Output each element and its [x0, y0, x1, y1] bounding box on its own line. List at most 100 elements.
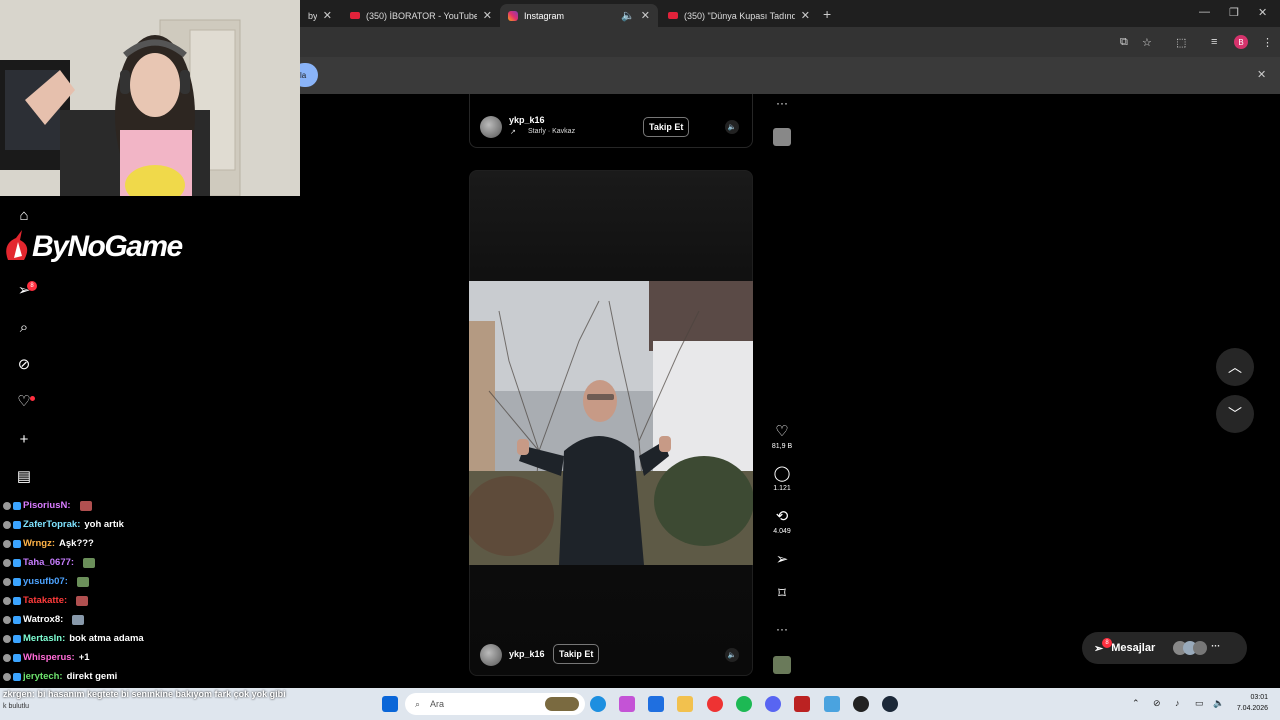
home-icon[interactable]: ⌂: [14, 206, 34, 226]
bookmark-icon: ⌑: [778, 585, 786, 602]
chat-line: PisoriusN:: [3, 500, 92, 511]
start-icon[interactable]: [382, 696, 398, 712]
post-username[interactable]: ykp_k16: [509, 115, 545, 125]
store-icon[interactable]: [648, 696, 664, 712]
close-icon[interactable]: ✕: [641, 9, 650, 22]
messages-label: Mesajlar: [1111, 642, 1156, 654]
speaker-icon[interactable]: 🔈: [725, 648, 739, 662]
reel-username[interactable]: ykp_k16: [509, 649, 545, 659]
follow-button[interactable]: Takip Et: [643, 117, 690, 137]
share-button[interactable]: ➢: [770, 552, 794, 568]
search-icon[interactable]: ⌕: [14, 318, 34, 338]
reel-video[interactable]: [469, 281, 753, 565]
edge-icon[interactable]: [590, 696, 606, 712]
clock[interactable]: 03:01 7.04.2026: [1228, 692, 1268, 714]
restore-icon[interactable]: ❐: [1229, 6, 1239, 19]
clock-date: 7.04.2026: [1236, 705, 1268, 712]
create-icon[interactable]: +: [14, 430, 34, 450]
taskbar-search[interactable]: ⌕ Ara: [405, 693, 585, 715]
messages-button[interactable]: ➢ Mesajlar ···: [1082, 632, 1247, 664]
logo-mark-icon: [6, 230, 28, 260]
chat-line: jerytech: direkt gemi: [3, 671, 117, 682]
volume-icon[interactable]: 🔈: [1213, 698, 1224, 709]
profile-avatar[interactable]: B: [1234, 35, 1248, 49]
audio-thumbnail[interactable]: [770, 128, 794, 146]
tray-chevron-icon[interactable]: ⌃: [1132, 698, 1140, 709]
comment-count: 1.121: [773, 485, 791, 492]
chat-message-overlay: zkrgen: bi hasanım kegtete bi senınkine …: [3, 689, 286, 699]
search-placeholder: Ara: [430, 699, 445, 709]
audio-thumbnail[interactable]: [770, 656, 794, 674]
tab-label: (350) "Dünya Kupası Tadında E: [684, 10, 795, 21]
new-tab-button[interactable]: +: [823, 6, 831, 22]
star-icon[interactable]: ☆: [1142, 36, 1152, 49]
media-icon[interactable]: ≡: [1211, 36, 1217, 48]
tab-instagram[interactable]: Instagram 🔈 ✕: [500, 4, 658, 27]
previous-reel-button[interactable]: ︿: [1216, 348, 1254, 386]
tab-youtube-iborator[interactable]: (350) İBORATOR - YouTube ✕: [342, 4, 500, 27]
sub-badge-icon: [3, 596, 11, 605]
chat-username: Taha_0677:: [23, 557, 75, 568]
avatar[interactable]: [480, 644, 502, 666]
settings-icon[interactable]: [824, 696, 840, 712]
next-reel-button[interactable]: ﹀: [1216, 395, 1254, 433]
emote-icon: [79, 500, 92, 511]
chat-message: direkt gemi: [66, 671, 118, 682]
extensions-icon[interactable]: ⬚: [1176, 36, 1186, 49]
chat-badge-icon: [13, 539, 21, 548]
spotify-icon[interactable]: [736, 696, 752, 712]
close-icon[interactable]: ✕: [483, 9, 492, 22]
more-icon[interactable]: ···: [770, 96, 794, 110]
copilot-icon[interactable]: [619, 696, 635, 712]
repost-icon: ⟲: [775, 508, 789, 525]
repost-button[interactable]: ⟲ 4.049: [770, 508, 794, 536]
like-button[interactable]: ♡ 81,9 B: [770, 424, 794, 451]
explore-icon[interactable]: ⊘: [14, 355, 34, 375]
speaker-icon[interactable]: 🔈: [621, 9, 635, 22]
more-icon[interactable]: ···: [770, 622, 794, 636]
youtube-icon: [668, 12, 678, 19]
chat-line: ZaferToprak: yoh artık: [3, 519, 124, 530]
app-icon[interactable]: [794, 696, 810, 712]
like-count: 81,9 B: [771, 443, 793, 450]
save-button[interactable]: ⌑: [770, 586, 794, 602]
tab-other[interactable]: by-it ✕: [300, 4, 340, 27]
tab-youtube-dunya-kupasi[interactable]: (350) "Dünya Kupası Tadında E ✕: [660, 4, 818, 27]
sub-badge-icon: [3, 672, 11, 681]
close-window-icon[interactable]: ✕: [1258, 6, 1267, 19]
comment-button[interactable]: ◯ 1.121: [770, 466, 794, 493]
close-icon[interactable]: ✕: [801, 9, 810, 22]
emote-icon: [83, 557, 96, 568]
minimize-icon[interactable]: —: [1199, 6, 1210, 18]
speaker-icon[interactable]: 🔈: [725, 120, 739, 134]
steam-icon[interactable]: [882, 696, 898, 712]
avatar: [1193, 641, 1208, 655]
chat-line: Wrngz: Aşk???: [3, 538, 94, 549]
obs-icon[interactable]: [853, 696, 869, 712]
chat-username: Watrox8:: [23, 614, 64, 625]
avatar[interactable]: [480, 116, 502, 138]
mic-icon[interactable]: ♪: [1175, 698, 1180, 708]
weather-text: k bulutlu: [3, 703, 30, 710]
post-music[interactable]: Starly · Kavkaz: [528, 128, 575, 135]
heart-icon[interactable]: ♡: [14, 392, 34, 412]
discord-icon[interactable]: [765, 696, 781, 712]
sub-badge-icon: [3, 653, 11, 662]
network-icon[interactable]: ⊘: [1153, 698, 1161, 709]
menu-icon[interactable]: ⋮: [1262, 36, 1273, 49]
chrome-icon[interactable]: [707, 696, 723, 712]
repost-count: 4.049: [773, 528, 791, 535]
sub-badge-icon: [3, 615, 11, 624]
chat-username: Whisperus:: [23, 652, 75, 663]
explorer-icon[interactable]: [677, 696, 693, 712]
music-arrow-icon: ↗: [510, 129, 516, 136]
sub-badge-icon: [3, 501, 11, 510]
info-bar-close-icon[interactable]: ✕: [1257, 68, 1266, 81]
chat-badge-icon: [13, 596, 21, 605]
close-icon[interactable]: ✕: [323, 9, 332, 22]
display-icon[interactable]: ▭: [1195, 698, 1204, 709]
search-highlight-icon: [545, 697, 579, 711]
chat-badge-icon: [13, 615, 21, 624]
install-icon[interactable]: ⧉: [1120, 36, 1128, 49]
follow-button[interactable]: Takip Et: [553, 644, 600, 664]
